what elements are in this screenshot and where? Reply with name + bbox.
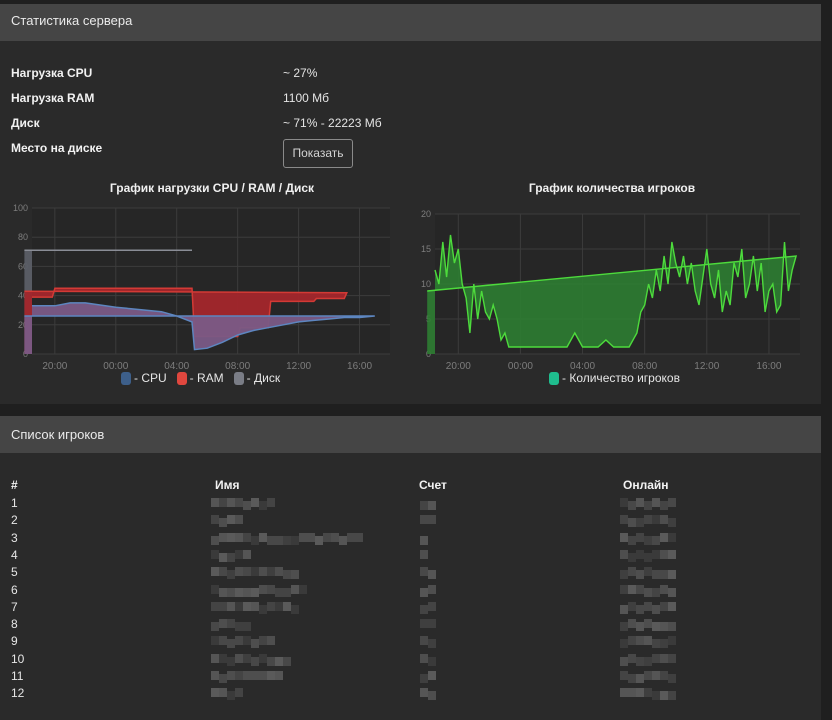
y-tick-label: 10 <box>421 279 431 289</box>
y-tick-label: 100 <box>13 203 28 213</box>
legend-label: - CPU <box>134 371 167 385</box>
stat-label: Нагрузка CPU <box>11 66 93 80</box>
player-online-redacted <box>620 601 676 614</box>
player-name-redacted <box>211 532 366 545</box>
player-online-redacted <box>620 549 676 562</box>
player-name-redacted <box>211 619 251 632</box>
player-online-redacted <box>620 653 676 666</box>
player-online-redacted <box>620 619 676 632</box>
column-header-number[interactable]: # <box>11 478 18 492</box>
player-score-redacted <box>420 688 436 701</box>
players-chart: 0510152020:0000:0004:0008:0012:0016:00 <box>421 209 800 370</box>
player-score-redacted <box>420 515 436 527</box>
y-tick-label: 80 <box>18 232 28 242</box>
x-tick-label: 16:00 <box>347 361 372 370</box>
player-name-redacted <box>211 636 275 649</box>
table-row-number: 6 <box>11 582 18 597</box>
player-name-redacted <box>211 567 299 580</box>
legend-label: - Количество игроков <box>562 371 680 385</box>
player-online-redacted <box>620 671 676 683</box>
x-tick-label: 08:00 <box>225 361 250 370</box>
player-online-redacted <box>620 584 676 597</box>
x-tick-label: 12:00 <box>286 361 311 370</box>
stat-value: ~ 71% - 22223 Мб <box>283 116 382 130</box>
column-header-name[interactable]: Имя <box>215 478 240 492</box>
player-score-redacted <box>420 619 436 631</box>
legend-swatch <box>176 371 187 385</box>
player-score-redacted <box>420 498 436 510</box>
table-row-number: 1 <box>11 496 18 510</box>
player-name-redacted <box>211 549 251 562</box>
table-row-number: 8 <box>11 617 18 632</box>
player-score-redacted <box>420 584 436 597</box>
player-online-redacted <box>620 688 676 701</box>
x-tick-label: 12:00 <box>694 361 719 370</box>
y-tick-label: 15 <box>421 244 431 254</box>
x-tick-label: 16:00 <box>756 361 781 370</box>
table-row-number: 7 <box>11 599 18 614</box>
player-name-redacted <box>211 653 291 666</box>
y-tick-label: 20 <box>421 209 431 219</box>
table-row-number: 3 <box>11 530 18 545</box>
legend-label: - RAM <box>189 371 224 385</box>
chart-title-players: График количества игроков <box>528 181 696 195</box>
load-chart: 02040608010020:0000:0004:0008:0012:0016:… <box>13 203 390 370</box>
column-header-online[interactable]: Онлайн <box>623 478 669 492</box>
x-tick-label: 20:00 <box>42 361 67 370</box>
legend-swatch <box>233 371 244 385</box>
player-online-redacted <box>620 498 676 510</box>
chart-title-load: График нагрузки CPU / RAM / Диск <box>109 181 315 195</box>
player-name-redacted <box>211 515 243 528</box>
player-name-redacted <box>211 498 275 510</box>
x-tick-label: 04:00 <box>570 361 595 370</box>
table-row-number: 4 <box>11 547 18 562</box>
show-disk-space-button[interactable]: Показать <box>283 139 353 168</box>
x-tick-label: 00:00 <box>508 361 533 370</box>
player-list-panel: Список игроков <box>0 416 821 720</box>
legend-item-disk[interactable]: - Диск <box>233 371 281 385</box>
stat-label: Нагрузка RAM <box>11 91 95 105</box>
player-score-redacted <box>420 567 436 580</box>
table-row-number: 9 <box>11 634 18 649</box>
legend-label: - Диск <box>246 371 281 385</box>
legend-swatch <box>549 371 559 385</box>
player-score-redacted <box>420 549 428 562</box>
player-online-redacted <box>620 532 676 545</box>
player-name-redacted <box>211 688 243 701</box>
legend-item-cpu[interactable]: - CPU <box>121 371 167 385</box>
player-online-redacted <box>620 636 676 649</box>
stat-label: Диск <box>11 116 40 130</box>
player-score-redacted <box>420 533 428 545</box>
player-score-redacted <box>420 653 436 666</box>
stat-value: ~ 27% <box>283 66 318 80</box>
server-stats-panel: Статистика сервера Нагрузка CPU ~ 27% На… <box>0 4 821 404</box>
players-chart-legend: - Количество игроков <box>549 371 690 385</box>
player-score-redacted <box>420 601 436 614</box>
legend-swatch <box>121 371 131 385</box>
player-online-redacted <box>620 567 676 580</box>
table-row-number: 11 <box>11 669 24 683</box>
table-row-number: 10 <box>11 651 25 666</box>
player-name-redacted <box>211 601 299 614</box>
table-row-number: 5 <box>11 565 18 580</box>
table-row-number: 2 <box>11 513 18 528</box>
stat-label: Место на диске <box>11 141 103 155</box>
legend-item-players[interactable]: - Количество игроков <box>549 371 680 385</box>
load-chart-legend: - CPU - RAM - Диск <box>121 371 290 385</box>
legend-item-ram[interactable]: - RAM <box>176 371 224 385</box>
player-list-title: Список игроков <box>0 416 821 453</box>
player-name-redacted <box>211 671 283 683</box>
x-tick-label: 04:00 <box>164 361 189 370</box>
x-tick-label: 00:00 <box>103 361 128 370</box>
x-tick-label: 08:00 <box>632 361 657 370</box>
player-score-redacted <box>420 636 436 649</box>
player-name-redacted <box>211 584 307 597</box>
server-stats-title: Статистика сервера <box>0 4 821 41</box>
player-score-redacted <box>420 671 436 683</box>
player-online-redacted <box>620 515 676 528</box>
x-tick-label: 20:00 <box>446 361 471 370</box>
stat-value: 1100 Мб <box>283 91 330 105</box>
table-row-number: 12 <box>11 686 25 701</box>
column-header-score[interactable]: Счет <box>419 478 447 492</box>
